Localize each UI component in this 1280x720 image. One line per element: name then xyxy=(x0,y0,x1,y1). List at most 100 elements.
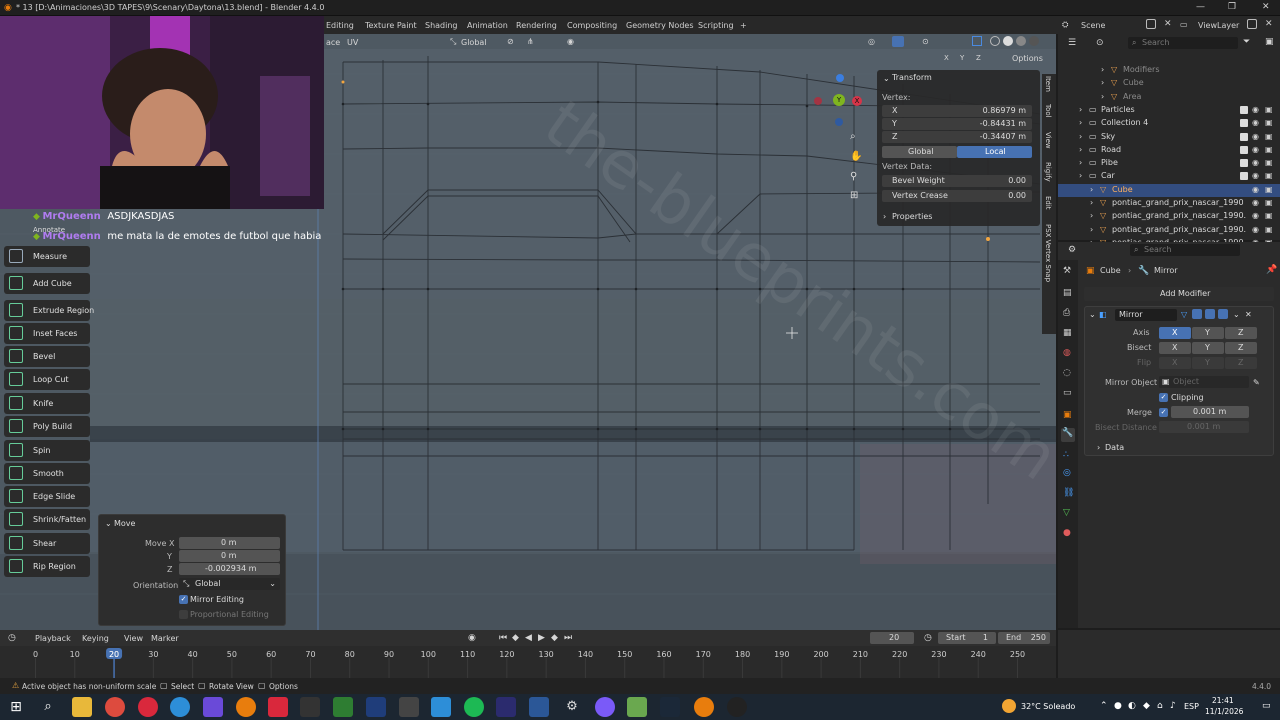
eye-icon[interactable]: ◉ xyxy=(1252,158,1259,167)
expand-arrow-icon[interactable]: › xyxy=(1090,198,1093,207)
word-icon[interactable] xyxy=(529,697,549,717)
tab-rigify[interactable]: Rigify xyxy=(1044,162,1052,182)
global-toggle[interactable]: Global xyxy=(882,146,957,158)
bisect-distance-field[interactable]: 0.001 m xyxy=(1159,421,1249,433)
chevron-down-icon[interactable]: ⌄ xyxy=(1233,310,1240,319)
play-icon[interactable]: ▶ xyxy=(538,633,545,643)
windows-start-icon[interactable]: ⊞ xyxy=(6,697,26,717)
move-x-field[interactable]: 0 m xyxy=(179,537,280,549)
app-icon[interactable] xyxy=(268,697,288,717)
properties-editor-icon[interactable]: ⚙ xyxy=(1068,245,1076,255)
scene-selector[interactable]: Scene xyxy=(1081,21,1105,30)
expand-arrow-icon[interactable]: › xyxy=(1079,158,1082,167)
expand-arrow-icon[interactable]: › xyxy=(1101,92,1104,101)
spotify-icon[interactable] xyxy=(464,697,484,717)
camera-icon[interactable]: ▣ xyxy=(1265,211,1273,220)
navigation-gizmo[interactable]: Y X xyxy=(810,74,866,130)
world-tab-icon[interactable]: ◌ xyxy=(1063,368,1071,378)
record-icon[interactable]: ◉ xyxy=(468,633,476,643)
overlay-icon[interactable]: ⊙ xyxy=(922,37,929,46)
exclude-checkbox[interactable] xyxy=(1240,159,1248,168)
exclude-checkbox[interactable] xyxy=(1240,132,1248,141)
expand-arrow-icon[interactable]: › xyxy=(1101,65,1104,74)
outliner-row[interactable]: › ▽ Modifiers xyxy=(1058,64,1280,77)
settings-icon[interactable]: ⚙ xyxy=(562,697,582,717)
eye-icon[interactable]: ◉ xyxy=(1252,105,1259,114)
zoom-icon[interactable]: ⌕ xyxy=(850,131,856,142)
proportional-icon[interactable]: ◉ xyxy=(567,37,574,46)
data-tab-icon[interactable]: ▽ xyxy=(1063,508,1070,518)
exclude-checkbox[interactable] xyxy=(1240,119,1248,128)
scene-tab-icon[interactable]: ◍ xyxy=(1063,348,1071,358)
outliner-row[interactable]: › ▭ Collection 4 ◉ ▣ xyxy=(1058,117,1280,130)
close-button[interactable]: ✕ xyxy=(1262,2,1270,12)
language-indicator[interactable]: ESP xyxy=(1184,702,1199,711)
tool-bevel[interactable]: Bevel xyxy=(4,346,90,367)
expand-arrow-icon[interactable]: › xyxy=(1079,118,1082,127)
clock-icon[interactable]: ◷ xyxy=(924,633,932,643)
bisect-y-toggle[interactable]: Y xyxy=(1192,342,1224,354)
expand-arrow-icon[interactable]: › xyxy=(1079,105,1082,114)
expand-arrow-icon[interactable]: › xyxy=(1090,185,1093,194)
flip-y-toggle[interactable]: Y xyxy=(1192,357,1224,369)
camera-icon[interactable]: ▣ xyxy=(1265,118,1273,127)
network-icon[interactable]: ⌂ xyxy=(1157,701,1163,711)
app-icon[interactable] xyxy=(399,697,419,717)
mirror-x-toggle[interactable]: X xyxy=(944,54,949,62)
merge-checkbox[interactable]: ✓ xyxy=(1159,408,1168,417)
vertex-z-field[interactable]: Z -0.34407 m xyxy=(882,131,1032,143)
outliner-editor-icon[interactable]: ☰ xyxy=(1068,38,1076,48)
minimize-button[interactable]: — xyxy=(1196,2,1205,12)
tool-inset-faces[interactable]: Inset Faces xyxy=(4,323,90,344)
tool-add-cube[interactable]: Add Cube xyxy=(4,273,90,294)
new-collection-icon[interactable]: ▣ xyxy=(1265,37,1274,47)
tab-shading[interactable]: Shading xyxy=(425,21,458,30)
add-modifier-button[interactable]: Add Modifier xyxy=(1084,287,1274,301)
move-y-field[interactable]: 0 m xyxy=(179,550,280,562)
properties-search-input[interactable]: ⌕ Search xyxy=(1130,244,1240,256)
view-menu[interactable]: View xyxy=(124,634,143,643)
steam-icon[interactable] xyxy=(660,697,680,717)
gizmo-toggle-icon[interactable] xyxy=(892,36,904,47)
orientation-dropdown[interactable]: ⤡ Global ⌄ xyxy=(179,578,280,590)
exclude-checkbox[interactable] xyxy=(1240,172,1248,181)
volume-icon[interactable]: ♪ xyxy=(1170,701,1176,711)
object-tab-icon[interactable]: ▣ xyxy=(1063,410,1072,420)
modifier-tab-icon[interactable]: 🔧 xyxy=(1061,428,1075,442)
start-frame-field[interactable]: Start 1 xyxy=(938,632,996,644)
flip-x-toggle[interactable]: X xyxy=(1159,357,1191,369)
jump-start-icon[interactable]: ⏮ xyxy=(499,633,507,643)
solid-shading-icon[interactable] xyxy=(1003,36,1013,46)
outliner-row[interactable]: › ▽ Area xyxy=(1058,91,1280,104)
new-scene-icon[interactable] xyxy=(1146,19,1156,29)
pivot-icon[interactable]: ⊘ xyxy=(507,37,514,46)
expand-arrow-icon[interactable]: › xyxy=(1079,132,1082,141)
perspective-grid-icon[interactable]: ⊞ xyxy=(850,190,858,201)
expand-arrow-icon[interactable]: › xyxy=(883,212,886,221)
local-toggle[interactable]: Local xyxy=(957,146,1032,158)
tool-knife[interactable]: Knife xyxy=(4,393,90,414)
clipping-checkbox[interactable]: ✓ xyxy=(1159,393,1168,402)
app-icon[interactable] xyxy=(595,697,615,717)
outliner-row[interactable]: › ▽ Cube xyxy=(1058,77,1280,90)
outliner-search-input[interactable]: ⌕ Search xyxy=(1128,37,1238,49)
eye-icon[interactable]: ◉ xyxy=(1252,132,1259,141)
outliner-row[interactable]: › ▭ Road ◉ ▣ xyxy=(1058,144,1280,157)
vertex-x-field[interactable]: X 0.86979 m xyxy=(882,105,1032,117)
app-tray-icon[interactable]: ● xyxy=(1114,701,1122,711)
tab-compositing[interactable]: Compositing xyxy=(567,21,617,30)
bisect-x-toggle[interactable]: X xyxy=(1159,342,1191,354)
eye-icon[interactable]: ◉ xyxy=(1252,118,1259,127)
expand-arrow-icon[interactable]: › xyxy=(1090,225,1093,234)
notification-icon[interactable]: ▭ xyxy=(1262,701,1271,711)
collapse-arrow-icon[interactable]: ⌄ xyxy=(1089,310,1096,319)
uv-menu[interactable]: UV xyxy=(347,38,358,47)
mirror-object-field[interactable]: ▣ Object xyxy=(1159,376,1249,388)
material-shading-icon[interactable] xyxy=(1016,36,1026,46)
rendered-shading-icon[interactable] xyxy=(1029,36,1039,46)
outliner-row[interactable]: › ▽ Cube ◉ ▣ xyxy=(1058,183,1280,197)
outliner-row[interactable]: › ▽ pontiac_grand_prix_nascar_1990. ◉ ▣ xyxy=(1058,224,1280,237)
data-subpanel-header[interactable]: Data xyxy=(1105,443,1124,452)
collection-tab-icon[interactable]: ▭ xyxy=(1063,388,1072,398)
app-tray-icon[interactable]: ◐ xyxy=(1128,701,1136,711)
